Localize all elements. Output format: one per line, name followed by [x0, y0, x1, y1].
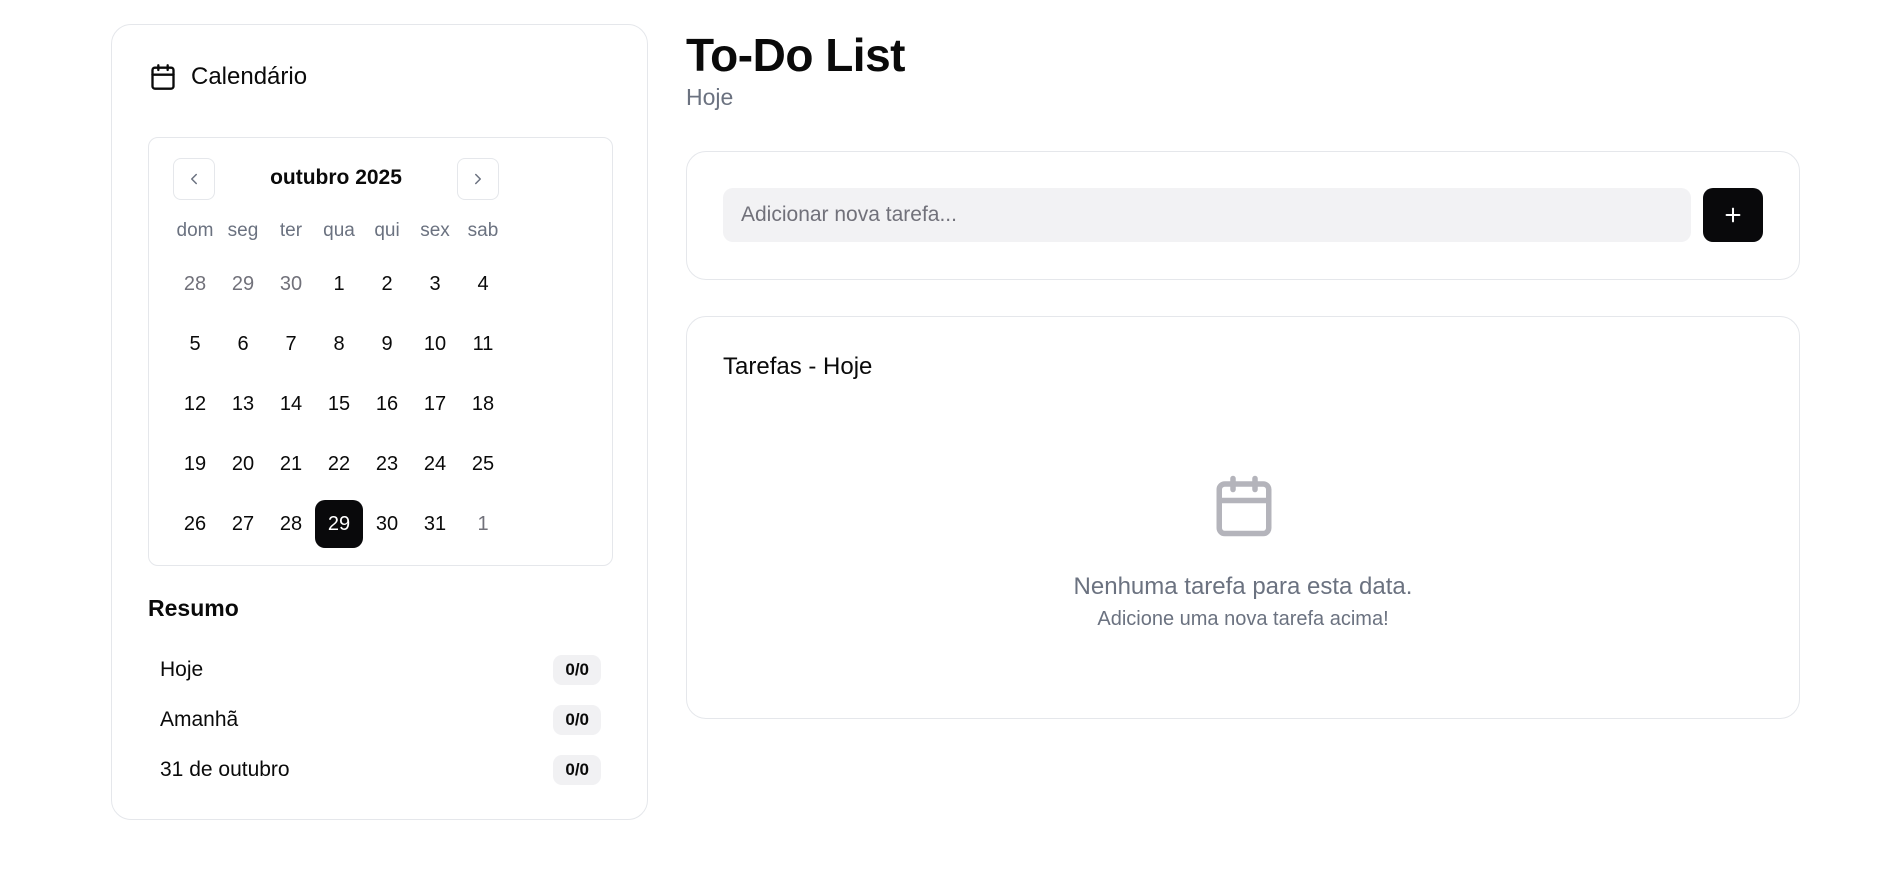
calendar-day[interactable]: 27: [219, 500, 267, 548]
weekday-label: qua: [323, 220, 355, 241]
calendar-day[interactable]: 31: [411, 500, 459, 548]
weekday-label: sex: [420, 220, 450, 241]
previous-month-button[interactable]: [173, 158, 215, 200]
add-task-button[interactable]: [1703, 188, 1763, 242]
weekday-label: ter: [279, 220, 303, 241]
calendar-day[interactable]: 18: [459, 380, 507, 428]
empty-state-hint: Adicione uma nova tarefa acima!: [1097, 608, 1389, 630]
calendar-day[interactable]: 20: [219, 440, 267, 488]
calendar-day[interactable]: 6: [219, 320, 267, 368]
tasks-card: Tarefas - Hoje Nenhuma tarefa para esta …: [686, 316, 1800, 719]
calendar-icon: [1216, 475, 1272, 537]
calendar-day[interactable]: 25: [459, 440, 507, 488]
summary-row[interactable]: 31 de outubro 0/0: [148, 745, 613, 795]
weekday-label: qui: [374, 220, 400, 241]
calendar-day[interactable]: 8: [315, 320, 363, 368]
summary-label: Amanhã: [160, 708, 239, 731]
calendar-day[interactable]: 30: [363, 500, 411, 548]
calendar-day[interactable]: 22: [315, 440, 363, 488]
calendar-day-selected[interactable]: 29: [315, 500, 363, 548]
calendar-icon: [151, 64, 175, 90]
calendar-day[interactable]: 1: [459, 500, 507, 548]
calendar-day[interactable]: 24: [411, 440, 459, 488]
calendar-day[interactable]: 21: [267, 440, 315, 488]
chevron-left-icon: [191, 173, 197, 185]
sidebar: Calendário outubro 2025 dom seg ter qua qui s…: [111, 24, 648, 820]
next-month-button[interactable]: [457, 158, 499, 200]
calendar-day[interactable]: 19: [171, 440, 219, 488]
calendar-day[interactable]: 11: [459, 320, 507, 368]
weekday-label: seg: [227, 220, 259, 241]
calendar-day[interactable]: 28: [267, 500, 315, 548]
calendar-day[interactable]: 13: [219, 380, 267, 428]
weekday-header: dom seg ter qua qui sex sab: [171, 220, 507, 242]
calendar-day[interactable]: 16: [363, 380, 411, 428]
summary-count-badge: 0/0: [553, 655, 601, 685]
calendar-day[interactable]: 15: [315, 380, 363, 428]
add-task-card: [686, 151, 1800, 280]
summary-row[interactable]: Amanhã 0/0: [148, 695, 613, 745]
calendar-title: Calendário: [191, 63, 308, 90]
calendar-day[interactable]: 3: [411, 260, 459, 308]
calendar-day[interactable]: 2: [363, 260, 411, 308]
calendar-header: Calendário: [149, 63, 307, 91]
calendar-day[interactable]: 30: [267, 260, 315, 308]
calendar-day[interactable]: 12: [171, 380, 219, 428]
calendar-day[interactable]: 26: [171, 500, 219, 548]
day-grid: 28 29 30 1 2 3 4 5 6 7 8 9 10 11 12 13 14 15 16 17 18 19 20 21 2…: [171, 260, 507, 560]
summary-label: Hoje: [160, 658, 204, 681]
calendar-day[interactable]: 28: [171, 260, 219, 308]
summary-label: 31 de outubro: [160, 758, 290, 781]
weekday-label: sab: [467, 220, 499, 241]
page-title: To-Do List: [686, 29, 905, 81]
summary-title: Resumo: [148, 595, 239, 621]
chevron-right-icon: [475, 173, 481, 185]
calendar-day[interactable]: 9: [363, 320, 411, 368]
calendar-day[interactable]: 14: [267, 380, 315, 428]
summary-list: Hoje 0/0 Amanhã 0/0 31 de outubro 0/0: [148, 645, 613, 795]
calendar-day[interactable]: 23: [363, 440, 411, 488]
month-calendar: outubro 2025 dom seg ter qua qui sex sab 28 29 3…: [148, 137, 613, 566]
calendar-day[interactable]: 29: [219, 260, 267, 308]
calendar-day[interactable]: 5: [171, 320, 219, 368]
page-subtitle: Hoje: [686, 84, 734, 110]
calendar-day[interactable]: 17: [411, 380, 459, 428]
weekday-label: dom: [176, 220, 214, 241]
summary-count-badge: 0/0: [553, 705, 601, 735]
calendar-day[interactable]: 10: [411, 320, 459, 368]
new-task-input[interactable]: [723, 188, 1691, 242]
empty-state-message: Nenhuma tarefa para esta data.: [1073, 573, 1413, 600]
summary-row[interactable]: Hoje 0/0: [148, 645, 613, 695]
calendar-day[interactable]: 4: [459, 260, 507, 308]
calendar-day[interactable]: 7: [267, 320, 315, 368]
calendar-day[interactable]: 1: [315, 260, 363, 308]
tasks-title: Tarefas - Hoje: [723, 353, 873, 380]
month-label: outubro 2025: [270, 166, 402, 189]
summary-count-badge: 0/0: [553, 755, 601, 785]
plus-icon: [1725, 207, 1741, 223]
